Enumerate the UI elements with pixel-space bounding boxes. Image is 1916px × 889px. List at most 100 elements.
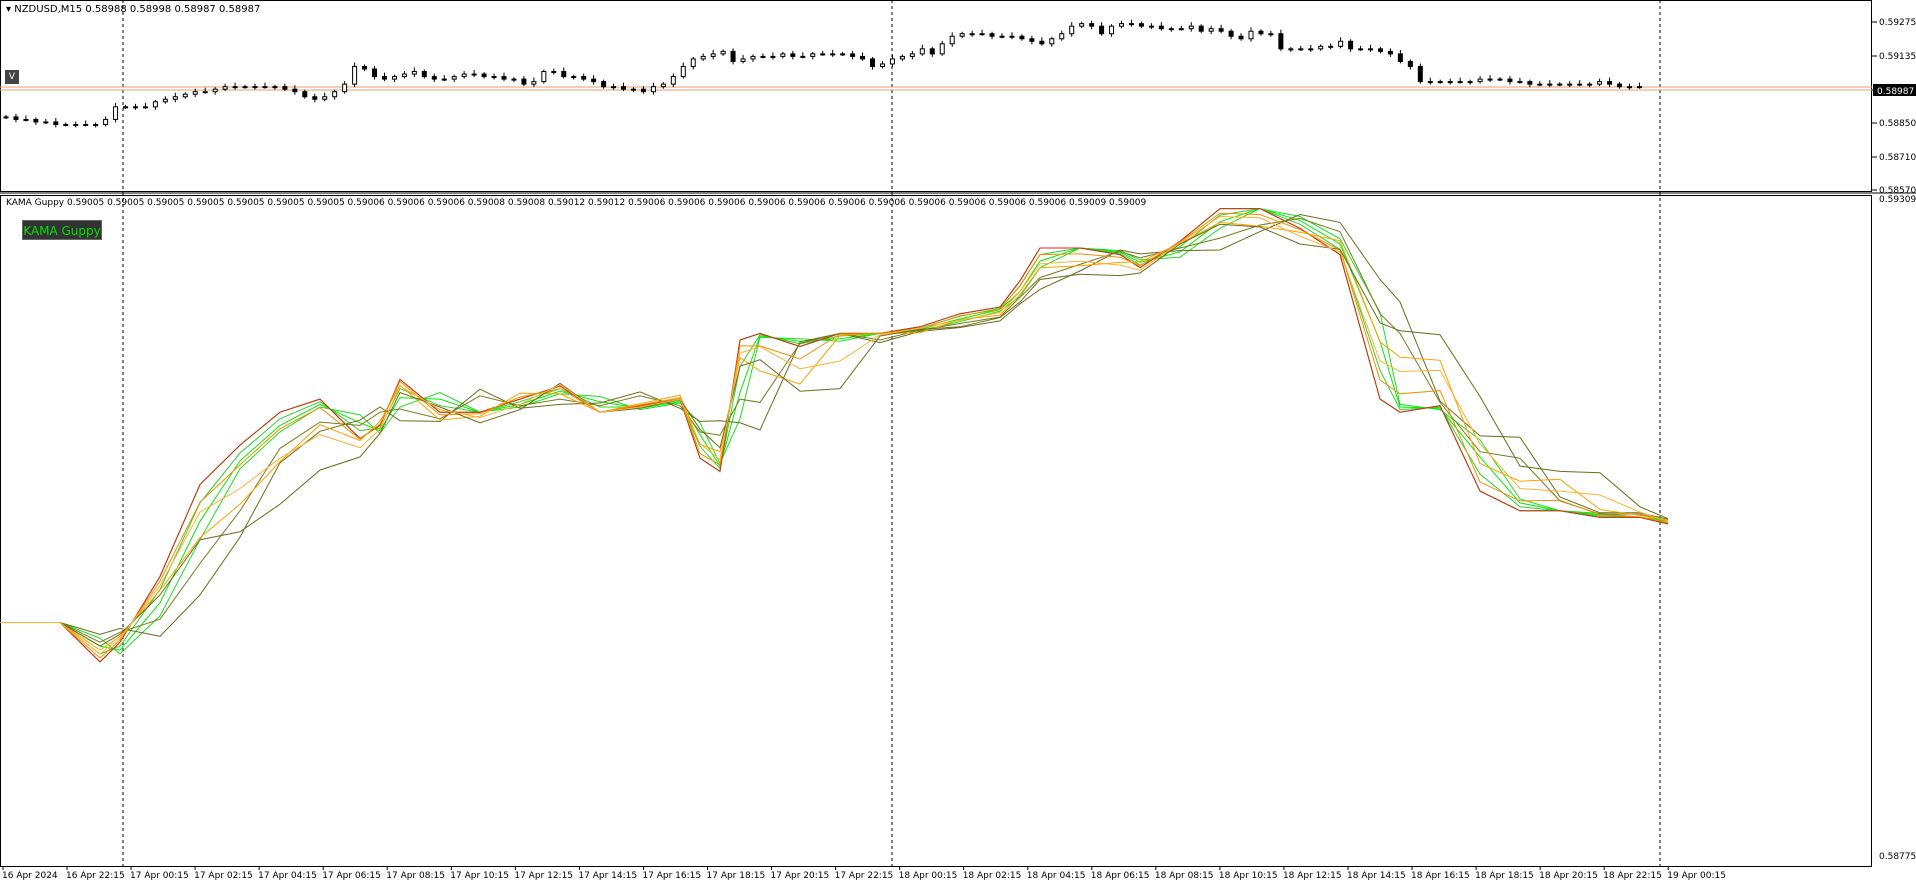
candle-bull <box>1248 30 1254 40</box>
indicator-value: 0.59006 <box>424 198 465 208</box>
symbol-title: NZDUSD,M15 <box>14 4 83 15</box>
candle-bear <box>312 96 318 100</box>
candle-bull <box>1537 83 1543 86</box>
indicator-value: 0.59005 <box>264 198 305 208</box>
candle-bull <box>969 33 975 36</box>
candle-bull <box>1597 81 1603 85</box>
candle-bear <box>1019 35 1025 40</box>
indicator-value: 0.59005 <box>67 198 105 208</box>
time-tick-label: 17 Apr 16:15 <box>642 871 701 881</box>
candle-bull <box>750 55 756 60</box>
candle-bear <box>1039 40 1045 45</box>
candle-bear <box>790 53 796 57</box>
price-tick-label: 0.59275 <box>1879 18 1916 28</box>
candle-bull <box>471 73 477 76</box>
candle-bear <box>33 118 39 123</box>
candle-bull <box>1049 38 1055 45</box>
candle-bull <box>1338 40 1344 47</box>
indicator-value: 0.59006 <box>665 198 706 208</box>
candle-bull <box>541 71 547 83</box>
candle-bull <box>1069 25 1075 35</box>
time-tick-label: 17 Apr 20:15 <box>771 871 830 881</box>
candle-bull <box>1547 83 1553 86</box>
candle-bull <box>949 35 955 45</box>
candle-bear <box>1607 81 1613 85</box>
candle-bear <box>1218 28 1224 32</box>
candle-bear <box>362 65 368 70</box>
candle-bull <box>172 96 178 100</box>
candle-bull <box>740 58 746 62</box>
candle-bull <box>889 58 895 65</box>
price-tick-label: 0.58850 <box>1879 119 1916 129</box>
candle-bull <box>202 91 208 94</box>
indicator-value: 0.59006 <box>625 198 666 208</box>
candle-bull <box>23 118 29 121</box>
indicator-value: 0.59005 <box>224 198 265 208</box>
candle-bull <box>1517 81 1523 84</box>
dropdown-triangle-icon[interactable]: ▾ <box>6 4 11 15</box>
candle-bull <box>551 71 557 74</box>
time-tick-label: 17 Apr 14:15 <box>578 871 637 881</box>
time-tick-label: 17 Apr 02:15 <box>194 871 253 881</box>
candle-bull <box>531 81 537 85</box>
candle-bear <box>1507 78 1513 83</box>
indicator-value: 0.59006 <box>745 198 786 208</box>
candle-bull <box>1059 33 1065 40</box>
kama-guppy-button[interactable]: KAMA Guppy <box>22 220 102 240</box>
candle-bear <box>1407 60 1413 67</box>
time-tick-label: 18 Apr 08:15 <box>1155 871 1214 881</box>
time-tick-label: 17 Apr 12:15 <box>514 871 573 881</box>
time-tick-label: 18 Apr 18:15 <box>1475 871 1534 881</box>
candle-bear <box>870 58 876 67</box>
candle-bull <box>571 76 577 79</box>
candle-bull <box>879 63 885 67</box>
indicator-value: 0.59006 <box>785 198 826 208</box>
chart-window[interactable]: 0.592750.591350.589950.588500.587100.585… <box>0 0 1916 885</box>
candle-bull <box>780 53 786 57</box>
candle-bear <box>1417 65 1423 83</box>
candle-bear <box>421 71 427 78</box>
candle-bull <box>1427 81 1433 84</box>
time-tick-label: 17 Apr 18:15 <box>707 871 766 881</box>
candle-bull <box>680 65 686 78</box>
time-tick-label: 17 Apr 08:15 <box>386 871 445 881</box>
candle-bull <box>1487 78 1493 81</box>
candle-bull <box>1626 86 1632 89</box>
candle-bull <box>899 55 905 60</box>
candle-bull <box>1009 35 1015 38</box>
candle-bull <box>939 43 945 55</box>
indicator-value: 0.59006 <box>945 198 986 208</box>
candle-bull <box>1557 83 1563 86</box>
time-tick-label: 18 Apr 12:15 <box>1283 871 1342 881</box>
candle-bull <box>700 55 706 60</box>
candle-bear <box>372 68 378 78</box>
candle-bull <box>511 78 517 81</box>
candle-bull <box>162 98 168 103</box>
candle-bull <box>451 76 457 80</box>
indicator-value: 0.59005 <box>104 198 145 208</box>
time-tick-label: 18 Apr 14:15 <box>1347 871 1406 881</box>
candle-bull <box>1178 28 1184 31</box>
indicator-value: 0.59006 <box>905 198 946 208</box>
candle-bear <box>1138 23 1144 27</box>
candle-bear <box>1089 23 1095 27</box>
indicator-title: KAMA Guppy <box>6 198 65 208</box>
ohlc-high: 0.58998 <box>129 4 172 15</box>
candle-bear <box>1228 30 1234 37</box>
one-click-trading-badge[interactable]: V <box>5 70 19 84</box>
candle-bull <box>3 116 9 119</box>
candle-bull <box>411 71 417 75</box>
candle-bull <box>1148 25 1154 28</box>
time-tick-label: 18 Apr 02:15 <box>963 871 1022 881</box>
time-tick-label: 18 Apr 04:15 <box>1027 871 1086 881</box>
candle-bull <box>1168 28 1174 31</box>
candle-bear <box>53 121 59 125</box>
candle-bear <box>621 86 627 90</box>
chart-canvas[interactable]: 0.592750.591350.589950.588500.587100.585… <box>0 0 1916 885</box>
candle-bear <box>561 71 567 78</box>
indicator-value: 0.59005 <box>144 198 185 208</box>
candle-bear <box>302 91 308 98</box>
candle-bull <box>73 123 79 126</box>
candle-bear <box>1348 40 1354 50</box>
candle-bear <box>1377 48 1383 52</box>
